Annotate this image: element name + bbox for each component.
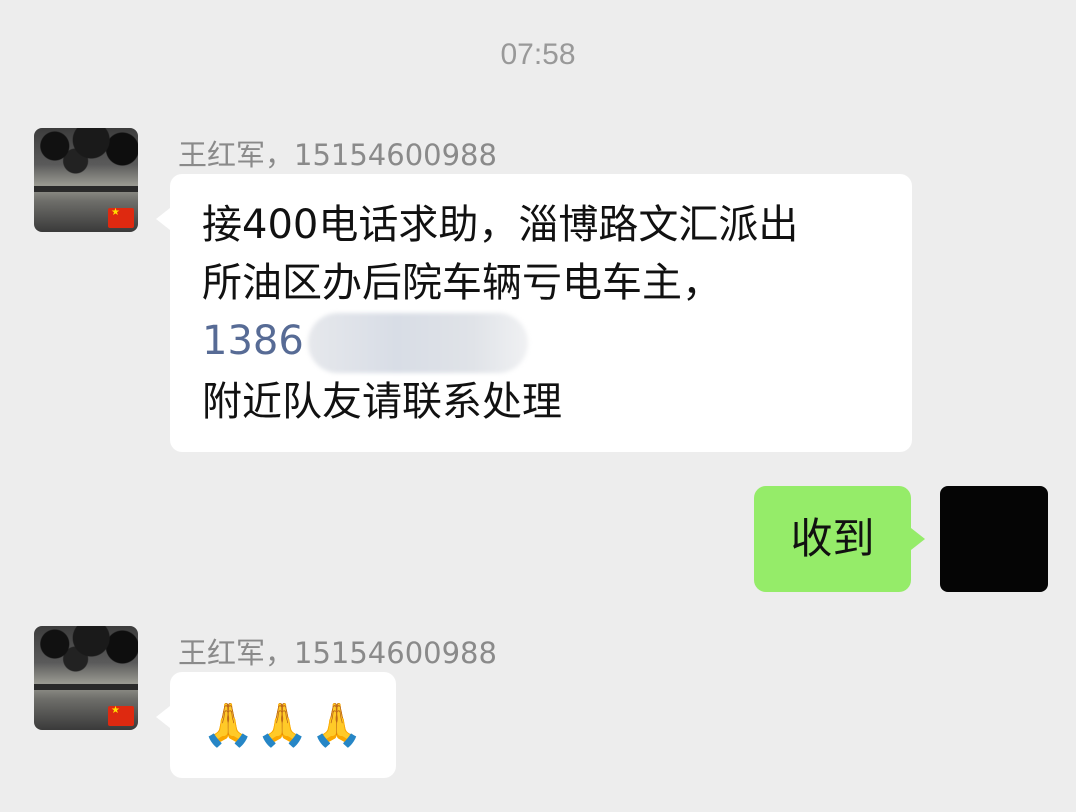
redaction-blur [307, 313, 528, 373]
china-flag-icon [108, 207, 134, 228]
sender-name: 王红军，15154600988 [178, 138, 497, 172]
praying-hands-icon: 🙏🙏🙏 [202, 700, 365, 749]
sender-avatar[interactable] [34, 626, 138, 730]
outgoing-message-bubble[interactable]: 收到 [754, 486, 925, 592]
chat-window: 07:58 王红军，15154600988 接400电话求助，淄博路文汇派出 所… [0, 0, 1076, 812]
message-line: 所油区办后院车辆亏电车主， [202, 260, 722, 306]
message-line: 附近队友请联系处理 [202, 379, 562, 425]
message-line: 接400电话求助，淄博路文汇派出 [202, 202, 799, 248]
message-text: 收到 [790, 514, 875, 563]
phone-number-link[interactable]: 1386 [202, 318, 304, 364]
sender-avatar[interactable] [34, 128, 138, 232]
avatar-trees [34, 128, 138, 188]
avatar-horizon [34, 684, 138, 690]
sender-name: 王红军，15154600988 [178, 636, 497, 670]
message-bubble[interactable]: 🙏🙏🙏 [156, 672, 396, 778]
avatar-horizon [34, 186, 138, 192]
message-bubble[interactable]: 接400电话求助，淄博路文汇派出 所油区办后院车辆亏电车主， 1386 附近队友… [156, 174, 912, 452]
message-timestamp: 07:58 [500, 38, 576, 71]
phone-line: 1386 [202, 312, 880, 373]
avatar-trees [34, 626, 138, 686]
china-flag-icon [108, 705, 134, 726]
self-avatar[interactable] [940, 486, 1048, 592]
